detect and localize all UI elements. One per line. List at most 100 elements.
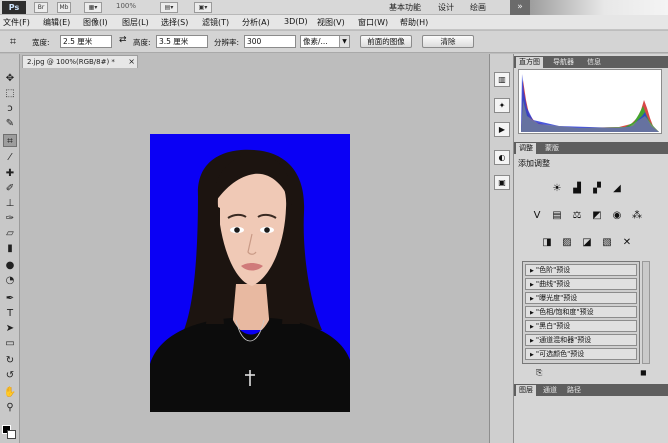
tab-histogram[interactable]: 直方图: [516, 57, 543, 68]
list-item[interactable]: ▶ "通道混和器"预设: [525, 334, 637, 346]
adjustments-panel-icon[interactable]: ◐: [494, 150, 510, 165]
brightness-contrast-icon[interactable]: ☀: [550, 182, 564, 196]
gradient-map-icon[interactable]: ▧: [600, 236, 614, 250]
front-image-button[interactable]: 前面的图像: [360, 35, 412, 48]
resolution-field[interactable]: 300: [244, 35, 296, 48]
eraser-tool-icon[interactable]: ▱: [3, 227, 17, 240]
curves-icon[interactable]: ▞: [590, 182, 604, 196]
histogram-tab-bar: 直方图 导航器 信息: [514, 56, 668, 68]
background-color-swatch[interactable]: [7, 430, 16, 439]
quick-selection-tool-icon[interactable]: ✎: [3, 117, 17, 130]
tab-info[interactable]: 信息: [584, 57, 604, 68]
levels-icon[interactable]: ▟: [570, 182, 584, 196]
hue-saturation-icon[interactable]: ▤: [550, 209, 564, 223]
height-field[interactable]: 3.5 厘米: [156, 35, 208, 48]
3d-orbit-tool-icon[interactable]: ↺: [3, 369, 17, 382]
move-tool-icon[interactable]: ✥: [3, 72, 17, 85]
vibrance-icon[interactable]: V: [530, 209, 544, 223]
tab-navigator[interactable]: 导航器: [550, 57, 577, 68]
adjustments-footer: ⎘ ◼: [514, 367, 668, 381]
menu-window[interactable]: 窗口(W): [358, 17, 388, 28]
menu-view[interactable]: 视图(V): [317, 17, 345, 28]
menu-help[interactable]: 帮助(H): [400, 17, 428, 28]
crop-tool-icon[interactable]: ⌗: [3, 134, 17, 147]
menu-image[interactable]: 图像(I): [83, 17, 108, 28]
menu-filter[interactable]: 滤镜(T): [202, 17, 229, 28]
gradient-tool-icon[interactable]: ▮: [3, 242, 17, 255]
menu-edit[interactable]: 编辑(E): [43, 17, 70, 28]
history-brush-tool-icon[interactable]: ✑: [3, 212, 17, 225]
black-white-icon[interactable]: ◩: [590, 209, 604, 223]
invert-icon[interactable]: ◨: [540, 236, 554, 250]
list-item[interactable]: ▶ "曝光度"预设: [525, 292, 637, 304]
adjustment-presets-list: ▶ "色阶"预设 ▶ "曲线"预设 ▶ "曝光度"预设 ▶ "色相/饱和度"预设 ▶ "黑…: [522, 261, 640, 364]
menu-analysis[interactable]: 分析(A): [242, 17, 270, 28]
type-tool-icon[interactable]: T: [3, 307, 17, 320]
width-field[interactable]: 2.5 厘米: [60, 35, 112, 48]
photo-filter-icon[interactable]: ◉: [610, 209, 624, 223]
options-bar: ⌗ 宽度: 2.5 厘米 ⇄ 高度: 3.5 厘米 分辨率: 300 像素/..…: [0, 31, 668, 53]
info-panel-icon[interactable]: ▶: [494, 122, 510, 137]
document-tab[interactable]: 2.jpg @ 100%(RGB/8#) * ×: [22, 55, 138, 68]
mini-bridge-button[interactable]: Mb: [57, 2, 71, 13]
view-extras-icon[interactable]: ▦▾: [84, 2, 102, 13]
triangle-right-icon: ▶: [530, 338, 534, 344]
brush-tool-icon[interactable]: ✐: [3, 182, 17, 195]
return-to-list-icon[interactable]: ⎘: [536, 368, 542, 378]
histogram-panel-icon[interactable]: ▥: [494, 72, 510, 87]
screen-mode-icon[interactable]: ▣▾: [194, 2, 212, 13]
navigator-panel-icon[interactable]: ✦: [494, 98, 510, 113]
zoom-level[interactable]: 100%: [116, 2, 136, 10]
tab-masks[interactable]: 蒙版: [542, 143, 562, 154]
list-item[interactable]: ▶ "可选颜色"预设: [525, 348, 637, 360]
clear-button[interactable]: 清除: [422, 35, 474, 48]
bridge-button[interactable]: Br: [34, 2, 48, 13]
workspace-design[interactable]: 设计: [438, 2, 454, 13]
color-balance-icon[interactable]: ⚖: [570, 209, 584, 223]
list-item[interactable]: ▶ "色相/饱和度"预设: [525, 306, 637, 318]
tab-paths[interactable]: 路径: [564, 385, 584, 396]
marquee-tool-icon[interactable]: ⬚: [3, 87, 17, 100]
tab-channels[interactable]: 通道: [540, 385, 560, 396]
presets-scrollbar[interactable]: [642, 261, 650, 364]
resolution-unit-select[interactable]: 像素/... ▼: [300, 35, 350, 48]
healing-brush-tool-icon[interactable]: ✚: [3, 167, 17, 180]
triangle-right-icon: ▶: [530, 282, 534, 288]
crop-tool-preset-icon[interactable]: ⌗: [6, 35, 20, 49]
list-item[interactable]: ▶ "色阶"预设: [525, 264, 637, 276]
clone-stamp-tool-icon[interactable]: ⊥: [3, 197, 17, 210]
menu-select[interactable]: 选择(S): [161, 17, 188, 28]
workspace-menu-icon[interactable]: »: [510, 0, 530, 15]
workspace-painting[interactable]: 绘画: [470, 2, 486, 13]
rectangle-tool-icon[interactable]: ▭: [3, 337, 17, 350]
pen-tool-icon[interactable]: ✒: [3, 292, 17, 305]
threshold-icon[interactable]: ◪: [580, 236, 594, 250]
menu-file[interactable]: 文件(F): [3, 17, 30, 28]
document-image[interactable]: [150, 134, 350, 412]
blur-tool-icon[interactable]: ●: [3, 259, 17, 272]
hand-tool-icon[interactable]: ✋: [3, 386, 17, 399]
menu-layer[interactable]: 图层(L): [122, 17, 149, 28]
list-item[interactable]: ▶ "曲线"预设: [525, 278, 637, 290]
channel-mixer-icon[interactable]: ⁂: [630, 209, 644, 223]
preset-hue-saturation: "色相/饱和度"预设: [535, 308, 594, 316]
swap-dimensions-icon[interactable]: ⇄: [119, 35, 127, 45]
workspace-essentials[interactable]: 基本功能: [389, 2, 421, 13]
3d-rotate-tool-icon[interactable]: ↻: [3, 354, 17, 367]
zoom-tool-icon[interactable]: ⚲: [3, 401, 17, 414]
tab-adjustments[interactable]: 调整: [516, 143, 536, 154]
arrange-documents-icon[interactable]: ▤▾: [160, 2, 178, 13]
eyedropper-tool-icon[interactable]: ⁄: [3, 151, 17, 164]
posterize-icon[interactable]: ▨: [560, 236, 574, 250]
menu-3d[interactable]: 3D(D): [284, 17, 308, 26]
tab-layers[interactable]: 图层: [516, 385, 536, 396]
path-selection-tool-icon[interactable]: ➤: [3, 322, 17, 335]
clip-to-layer-icon[interactable]: ◼: [640, 368, 647, 377]
lasso-tool-icon[interactable]: ↄ: [3, 102, 17, 115]
dodge-tool-icon[interactable]: ◔: [3, 274, 17, 287]
masks-panel-icon[interactable]: ▣: [494, 175, 510, 190]
exposure-icon[interactable]: ◢: [610, 182, 624, 196]
list-item[interactable]: ▶ "黑白"预设: [525, 320, 637, 332]
close-icon[interactable]: ×: [128, 56, 135, 68]
selective-color-icon[interactable]: ✕: [620, 236, 634, 250]
